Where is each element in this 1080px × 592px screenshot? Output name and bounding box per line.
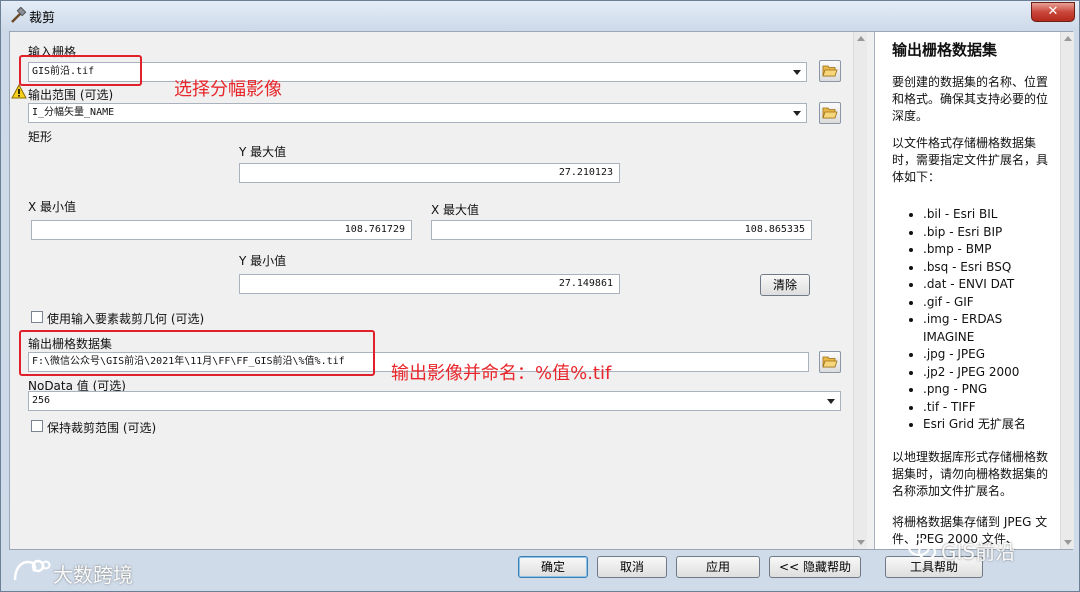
browse-extent-button[interactable] bbox=[819, 102, 841, 124]
xmax-label: X 最大值 bbox=[431, 203, 480, 217]
window-title: 裁剪 bbox=[29, 11, 56, 26]
maintain-extent-label: 保持裁剪范围 (可选) bbox=[47, 421, 157, 435]
help-title: 输出栅格数据集 bbox=[892, 41, 998, 59]
chevron-down-icon[interactable] bbox=[823, 393, 839, 409]
use-geometry-checkbox[interactable] bbox=[31, 311, 43, 323]
xmin-label: X 最小值 bbox=[28, 200, 77, 214]
scroll-down-icon[interactable] bbox=[1064, 540, 1072, 545]
maintain-extent-checkbox[interactable] bbox=[31, 420, 43, 432]
list-item: .jpg - JPEG bbox=[905, 346, 1055, 364]
list-item: Esri Grid 无扩展名 bbox=[905, 416, 1055, 434]
list-item: .bmp - BMP bbox=[905, 241, 1055, 259]
output-extent-value: I_分幅矢量_NAME bbox=[32, 107, 115, 118]
parameters-scrollbar[interactable] bbox=[853, 32, 867, 549]
close-button[interactable]: ✕ bbox=[1031, 2, 1075, 22]
ymax-input[interactable]: 27.210123 bbox=[239, 163, 620, 183]
help-paragraph: 以地理数据库形式存储栅格数据集时，请勿向栅格数据集的名称添加文件扩展名。 bbox=[892, 450, 1049, 498]
ymin-label: Y 最小值 bbox=[239, 254, 287, 268]
wechat-logo-icon bbox=[13, 559, 51, 581]
chevron-down-icon[interactable] bbox=[789, 64, 805, 80]
list-item: .jp2 - JPEG 2000 bbox=[905, 364, 1055, 382]
highlight-output-raster bbox=[19, 330, 375, 376]
annotation-select-raster: 选择分幅影像 bbox=[174, 79, 282, 100]
help-panel: 输出栅格数据集 要创建的数据集的名称、位置和格式。确保其支持必要的位深度。 以文… bbox=[874, 32, 1074, 549]
input-raster-combobox[interactable]: GIS前沿.tif bbox=[28, 62, 807, 82]
cancel-button[interactable]: 取消 bbox=[597, 556, 667, 578]
list-item: .bsq - Esri BSQ bbox=[905, 259, 1055, 277]
folder-open-icon bbox=[822, 107, 838, 119]
list-item: .bip - Esri BIP bbox=[905, 224, 1055, 242]
nodata-value: 256 bbox=[32, 395, 51, 406]
browse-output-button[interactable] bbox=[819, 351, 841, 373]
xmax-input[interactable]: 108.865335 bbox=[431, 220, 812, 240]
watermark-right: GIS前沿 bbox=[941, 540, 1016, 564]
help-paragraph: 要创建的数据集的名称、位置和格式。确保其支持必要的位深度。 bbox=[892, 75, 1049, 123]
wechat-badge-icon bbox=[908, 538, 936, 560]
folder-open-icon bbox=[822, 65, 838, 77]
ok-button[interactable]: 确定 bbox=[518, 556, 588, 578]
nodata-combobox[interactable]: 256 bbox=[28, 391, 841, 411]
use-geometry-label: 使用输入要素裁剪几何 (可选) bbox=[47, 312, 205, 326]
folder-open-icon bbox=[822, 356, 838, 368]
chevron-down-icon[interactable] bbox=[789, 105, 805, 121]
xmin-input[interactable]: 108.761729 bbox=[31, 220, 412, 240]
list-item: .bil - Esri BIL bbox=[905, 206, 1055, 224]
rectangle-label: 矩形 bbox=[28, 130, 53, 144]
scroll-up-icon[interactable] bbox=[1064, 36, 1072, 41]
output-extent-combobox[interactable]: I_分幅矢量_NAME bbox=[28, 103, 807, 123]
list-item: .img - ERDAS IMAGINE bbox=[905, 311, 1055, 346]
watermark-left: 大数跨境 bbox=[53, 563, 133, 587]
list-item: .dat - ENVI DAT bbox=[905, 276, 1055, 294]
format-list: .bil - Esri BIL .bip - Esri BIP .bmp - B… bbox=[905, 206, 1055, 434]
hammer-icon bbox=[11, 7, 27, 23]
scroll-down-icon[interactable] bbox=[857, 540, 865, 545]
button-bar: 确定 取消 应用 << 隐藏帮助 工具帮助 大数跨境 GIS前沿 bbox=[1, 538, 1080, 592]
list-item: .gif - GIF bbox=[905, 294, 1055, 312]
clip-tool-dialog: 裁剪 ✕ 输入栅格 GIS前沿.tif 输出范围 (可选) I_分幅矢量_NAM… bbox=[0, 0, 1080, 592]
dialog-client: 输入栅格 GIS前沿.tif 输出范围 (可选) I_分幅矢量_NAME 矩形 … bbox=[9, 31, 1074, 550]
annotation-output-name: 输出影像并命名：%值%.tif bbox=[391, 363, 612, 384]
output-extent-label: 输出范围 (可选) bbox=[28, 88, 114, 102]
ymin-input[interactable]: 27.149861 bbox=[239, 274, 620, 294]
hide-help-button[interactable]: << 隐藏帮助 bbox=[769, 556, 861, 578]
help-scrollbar[interactable] bbox=[1060, 32, 1074, 549]
clear-button[interactable]: 清除 bbox=[760, 274, 810, 296]
ymax-label: Y 最大值 bbox=[239, 145, 287, 159]
warning-icon bbox=[11, 84, 27, 99]
list-item: .png - PNG bbox=[905, 381, 1055, 399]
title-bar[interactable]: 裁剪 ✕ bbox=[1, 1, 1080, 31]
list-item: .tif - TIFF bbox=[905, 399, 1055, 417]
browse-input-button[interactable] bbox=[819, 60, 841, 82]
highlight-input-raster bbox=[19, 55, 142, 86]
parameters-panel: 输入栅格 GIS前沿.tif 输出范围 (可选) I_分幅矢量_NAME 矩形 … bbox=[10, 32, 867, 549]
help-paragraph: 以文件格式存储栅格数据集时，需要指定文件扩展名，具体如下： bbox=[892, 136, 1049, 184]
apply-button[interactable]: 应用 bbox=[676, 556, 760, 578]
scroll-up-icon[interactable] bbox=[857, 36, 865, 41]
